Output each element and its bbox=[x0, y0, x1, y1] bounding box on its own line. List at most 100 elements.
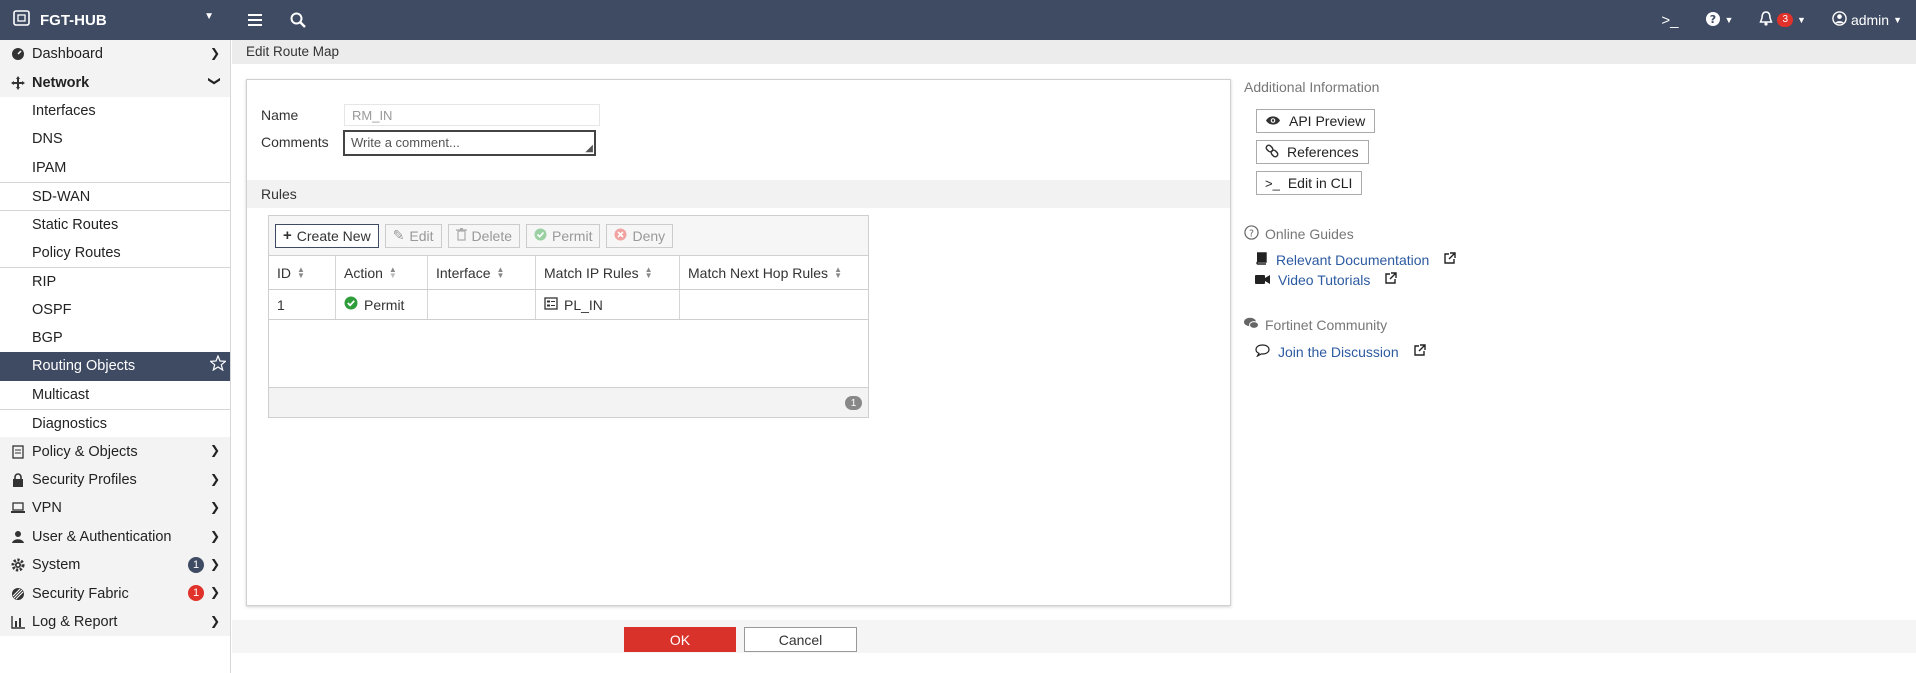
create-new-button[interactable]: + Create New bbox=[275, 223, 379, 248]
column-header-action[interactable]: Action ▲ ▼ bbox=[336, 256, 428, 289]
dashboard-icon bbox=[10, 46, 26, 62]
cell-match-next-hop bbox=[680, 290, 868, 319]
sidebar-item-routing-objects[interactable]: Routing Objects bbox=[0, 352, 230, 381]
sidebar-item-rip[interactable]: RIP bbox=[0, 267, 230, 295]
cell-interface bbox=[428, 290, 536, 319]
search-icon[interactable] bbox=[286, 8, 310, 32]
sidebar-item-label: Security Fabric bbox=[32, 585, 129, 602]
resize-handle-icon[interactable]: ◢ bbox=[585, 144, 593, 154]
external-link-icon bbox=[1413, 344, 1426, 360]
sidebar-item-bgp[interactable]: BGP bbox=[0, 324, 230, 352]
terminal-icon: >_ bbox=[1265, 175, 1280, 191]
fortinet-community-label: Fortinet Community bbox=[1265, 317, 1388, 333]
star-icon[interactable] bbox=[208, 354, 228, 375]
sidebar-item-label: RIP bbox=[32, 273, 57, 290]
help-icon: ? bbox=[1705, 11, 1721, 30]
device-name: FGT-HUB bbox=[40, 11, 107, 29]
sidebar-item-user-authentication[interactable]: User & Authentication ❯ bbox=[0, 522, 230, 552]
eye-icon bbox=[1265, 113, 1281, 129]
delete-label: Delete bbox=[471, 227, 513, 244]
sidebar-item-label: Security Profiles bbox=[32, 472, 137, 489]
sidebar-item-label: Routing Objects bbox=[32, 358, 136, 375]
relevant-documentation-link[interactable]: Relevant Documentation bbox=[1255, 252, 1457, 268]
top-bar: FGT-HUB ▼ >_ ? ▼ 3 ▼ admin ▼ bbox=[0, 0, 1916, 40]
sidebar-item-static-routes[interactable]: Static Routes bbox=[0, 210, 230, 238]
sidebar-item-multicast[interactable]: Multicast bbox=[0, 381, 230, 409]
edit-button[interactable]: ✎ Edit bbox=[384, 223, 442, 248]
sidebar-item-interfaces[interactable]: Interfaces bbox=[0, 97, 230, 125]
cell-id: 1 bbox=[269, 290, 336, 319]
external-link-icon bbox=[1384, 272, 1398, 288]
sidebar-item-ospf[interactable]: OSPF bbox=[0, 296, 230, 324]
table-row[interactable]: 1 Permit PL_IN bbox=[269, 290, 868, 320]
permit-label: Permit bbox=[552, 227, 593, 244]
table-footer: 1 bbox=[269, 387, 868, 417]
column-header-match-next-hop-rules[interactable]: Match Next Hop Rules ▲ ▼ bbox=[680, 256, 868, 289]
notifications-button[interactable]: 3 ▼ bbox=[1759, 11, 1806, 29]
column-header-match-ip-rules[interactable]: Match IP Rules ▲ ▼ bbox=[536, 256, 680, 289]
join-discussion-link[interactable]: Join the Discussion bbox=[1255, 344, 1426, 360]
permit-button[interactable]: Permit bbox=[526, 223, 601, 248]
cli-console-button[interactable]: >_ bbox=[1661, 12, 1678, 29]
chevron-down-icon: ▼ bbox=[1724, 15, 1734, 25]
relevant-documentation-label: Relevant Documentation bbox=[1276, 252, 1430, 268]
plus-icon: + bbox=[283, 227, 292, 244]
chevron-down-icon: ❯ bbox=[207, 76, 222, 87]
additional-info-title: Additional Information bbox=[1244, 79, 1380, 95]
column-header-interface[interactable]: Interface ▲ ▼ bbox=[428, 256, 536, 289]
sidebar-item-label: Diagnostics bbox=[32, 415, 107, 432]
cell-action: Permit bbox=[336, 290, 428, 319]
device-selector[interactable]: FGT-HUB ▼ bbox=[0, 8, 230, 32]
sidebar-item-diagnostics[interactable]: Diagnostics bbox=[0, 409, 230, 437]
help-button[interactable]: ? ▼ bbox=[1705, 11, 1734, 30]
deny-circle-icon bbox=[614, 228, 627, 244]
link-icon bbox=[1265, 144, 1279, 161]
name-input[interactable]: RM_IN bbox=[344, 104, 600, 126]
sidebar-item-system[interactable]: System 1 ❯ bbox=[0, 551, 230, 580]
cancel-button[interactable]: Cancel bbox=[744, 627, 857, 652]
sidebar-item-label: Log & Report bbox=[32, 614, 118, 630]
user-menu[interactable]: admin ▼ bbox=[1832, 11, 1902, 29]
sidebar-item-security-profiles[interactable]: Security Profiles ❯ bbox=[0, 465, 230, 495]
sidebar-item-log-report[interactable]: Log & Report ❯ bbox=[0, 607, 230, 637]
column-header-id[interactable]: ID ▲ ▼ bbox=[269, 256, 336, 289]
edit-route-map-panel: Name RM_IN Comments Write a comment... ◢… bbox=[246, 79, 1231, 606]
sidebar-item-ipam[interactable]: IPAM bbox=[0, 154, 230, 182]
cell-match-ip-rules: PL_IN bbox=[536, 290, 680, 319]
edit-in-cli-button[interactable]: >_ Edit in CLI bbox=[1256, 171, 1363, 195]
comments-placeholder: Write a comment... bbox=[351, 135, 460, 150]
video-tutorials-link[interactable]: Video Tutorials bbox=[1255, 272, 1398, 288]
status-badge: 1 bbox=[188, 557, 204, 574]
sidebar-item-label: Policy & Objects bbox=[32, 443, 138, 460]
chevron-right-icon: ❯ bbox=[209, 585, 220, 600]
external-link-icon bbox=[1443, 252, 1457, 268]
sidebar-item-dns[interactable]: DNS bbox=[0, 125, 230, 153]
deny-button[interactable]: Deny bbox=[606, 223, 674, 248]
sidebar-item-label: IPAM bbox=[32, 159, 67, 176]
sidebar-item-policy-objects[interactable]: Policy & Objects ❯ bbox=[0, 437, 230, 466]
edit-label: Edit bbox=[409, 227, 434, 244]
api-preview-button[interactable]: API Preview bbox=[1256, 109, 1376, 133]
sidebar-item-network[interactable]: Network ❯ bbox=[0, 68, 230, 97]
sidebar-item-label: Dashboard bbox=[32, 46, 103, 63]
join-discussion-label: Join the Discussion bbox=[1278, 344, 1399, 360]
sidebar-item-sd-wan[interactable]: SD-WAN bbox=[0, 181, 230, 210]
comments-field[interactable]: Write a comment... ◢ bbox=[343, 130, 596, 156]
check-circle-icon bbox=[534, 228, 547, 244]
chevron-right-icon: ❯ bbox=[209, 471, 220, 486]
book-icon bbox=[1255, 252, 1268, 268]
sidebar-item-dashboard[interactable]: Dashboard ❯ bbox=[0, 40, 230, 69]
references-button[interactable]: References bbox=[1256, 140, 1369, 164]
ok-button[interactable]: OK bbox=[624, 627, 736, 652]
svg-text:?: ? bbox=[1249, 228, 1254, 239]
prefix-list-icon bbox=[544, 296, 558, 313]
permit-check-icon bbox=[344, 296, 358, 313]
bar-chart-icon bbox=[10, 614, 26, 630]
sidebar-item-security-fabric[interactable]: Security Fabric 1 ❯ bbox=[0, 579, 230, 608]
match-ip-label: PL_IN bbox=[564, 296, 603, 313]
menu-icon[interactable] bbox=[244, 8, 268, 32]
sidebar-item-vpn[interactable]: VPN ❯ bbox=[0, 494, 230, 523]
sidebar-item-policy-routes[interactable]: Policy Routes bbox=[0, 239, 230, 267]
sidebar-item-label: Network bbox=[32, 74, 90, 91]
delete-button[interactable]: Delete bbox=[447, 223, 521, 248]
